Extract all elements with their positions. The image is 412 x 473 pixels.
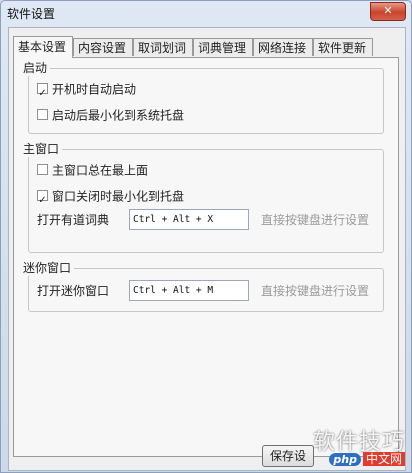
open-dictionary-hotkey-field[interactable]: Ctrl + Alt + X: [129, 209, 249, 230]
basic-settings-panel: 启动 ✓ 开机时自动启动 启动后最小化到系统托盘 主窗口 主窗口总在最上面 ✓ 窗口…: [13, 57, 399, 457]
always-on-top-label: 主窗口总在最上面: [52, 163, 149, 178]
tab-network-connection[interactable]: 网络连接: [253, 38, 313, 56]
open-dictionary-hotkey-label: 打开有道词典: [37, 213, 110, 227]
open-mini-window-hotkey-label: 打开迷你窗口: [37, 284, 110, 298]
minimize-to-tray-on-start-label: 启动后最小化到系统托盘: [52, 108, 185, 123]
auto-start-checkbox-row[interactable]: ✓ 开机时自动启动: [37, 81, 137, 99]
tab-basic-settings[interactable]: 基本设置: [13, 36, 73, 58]
check-mark-icon: ✓: [38, 195, 47, 206]
tab-label: 基本设置: [18, 40, 67, 54]
check-mark-icon: ✓: [38, 88, 47, 99]
window-title: 软件设置: [7, 7, 56, 21]
main-window-group: 主窗口 主窗口总在最上面 ✓ 窗口关闭时最小化到托盘 打开有道词典 Ctrl + …: [20, 140, 384, 253]
mini-window-group: 迷你窗口 打开迷你窗口 Ctrl + Alt + M 直接按键盘进行设置: [20, 259, 384, 312]
mini-window-group-label: 迷你窗口: [20, 259, 75, 276]
tab-word-capture[interactable]: 取词划词: [133, 38, 193, 56]
minimize-on-close-row[interactable]: ✓ 窗口关闭时最小化到托盘: [37, 188, 185, 206]
minimize-to-tray-on-start-checkbox[interactable]: [37, 109, 48, 120]
tab-label: 词典管理: [198, 41, 247, 55]
minimize-on-close-label: 窗口关闭时最小化到托盘: [52, 189, 185, 204]
startup-group: 启动 ✓ 开机时自动启动 启动后最小化到系统托盘: [20, 59, 384, 134]
settings-window: 软件设置 ✕ 基本设置 内容设置 取词划词 词典管理 网络连接 软件更新 启动 …: [0, 0, 412, 473]
tab-label: 内容设置: [78, 41, 127, 55]
startup-group-label: 启动: [20, 59, 51, 76]
tab-dictionary-management[interactable]: 词典管理: [193, 38, 253, 56]
auto-start-label: 开机时自动启动: [52, 82, 137, 97]
tab-label: 网络连接: [258, 41, 307, 55]
close-icon: ✕: [383, 4, 393, 17]
tab-label: 软件更新: [318, 41, 367, 55]
dialog-client-area: 基本设置 内容设置 取词划词 词典管理 网络连接 软件更新 启动 ✓ 开机时自动…: [8, 27, 406, 471]
watermark-cn-text: 中文网: [362, 452, 405, 466]
site-watermark: 软件技巧 php 中文网: [289, 424, 407, 470]
always-on-top-row[interactable]: 主窗口总在最上面: [37, 162, 148, 178]
auto-start-checkbox[interactable]: ✓: [37, 83, 48, 99]
php-logo-icon: php: [329, 453, 361, 466]
minimize-on-close-checkbox[interactable]: ✓: [37, 190, 48, 206]
open-mini-window-hotkey-hint: 直接按键盘进行设置: [261, 284, 370, 298]
tab-label: 取词划词: [138, 41, 187, 55]
watermark-brand: php 中文网: [329, 450, 405, 467]
close-button[interactable]: ✕: [370, 2, 406, 21]
tab-content-settings[interactable]: 内容设置: [73, 38, 133, 56]
title-bar[interactable]: 软件设置 ✕: [1, 1, 411, 27]
open-mini-window-hotkey-field[interactable]: Ctrl + Alt + M: [129, 280, 249, 301]
tab-software-update[interactable]: 软件更新: [313, 38, 373, 56]
always-on-top-checkbox[interactable]: [37, 164, 48, 175]
open-dictionary-hotkey-hint: 直接按键盘进行设置: [261, 213, 370, 227]
main-window-group-label: 主窗口: [20, 140, 63, 157]
minimize-to-tray-on-start-row[interactable]: 启动后最小化到系统托盘: [37, 107, 184, 123]
